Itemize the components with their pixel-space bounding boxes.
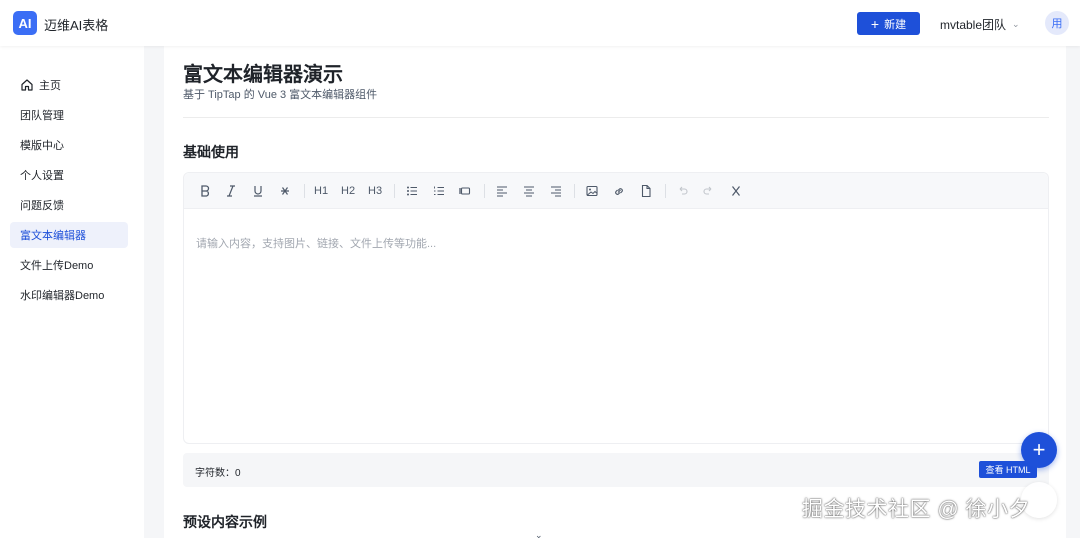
sidebar-item-label: 水印编辑器Demo (20, 290, 105, 302)
sidebar-item-label: 文件上传Demo (20, 260, 94, 272)
watermark-text: 掘金技术社区 @ 徐小夕 (802, 498, 1030, 521)
sidebar-item-feedback[interactable]: 问题反馈 (10, 192, 128, 218)
page-subtitle: 基于 TipTap 的 Vue 3 富文本编辑器组件 (183, 89, 378, 101)
sidebar-item-label: 富文本编辑器 (20, 230, 86, 242)
bullet-list-icon (407, 186, 417, 196)
h2-button[interactable]: H2 (341, 182, 355, 200)
blockquote-icon (459, 187, 471, 195)
bold-button[interactable] (198, 182, 212, 200)
scroll-down-icon[interactable]: ⌄ (535, 530, 543, 538)
sidebar-item-rich-text-editor[interactable]: 富文本编辑器 (10, 222, 128, 248)
plus-icon: + (870, 15, 880, 32)
image-icon (586, 185, 598, 197)
align-right-button[interactable] (549, 182, 563, 200)
app-title[interactable]: 迈维AI表格 (44, 15, 108, 34)
section-title-basic: 基础使用 (183, 144, 239, 160)
chevron-down-icon: ⌄ (1012, 19, 1020, 29)
editor-status-bar: 字符数：0 查看 HTML (183, 453, 1049, 487)
toolbar-divider (304, 184, 305, 198)
align-center-button[interactable] (522, 182, 536, 200)
redo-icon (703, 186, 712, 195)
redo-button[interactable] (701, 182, 715, 200)
team-selector[interactable]: mvtable团队 ⌄ (940, 16, 1020, 33)
strikethrough-icon (281, 187, 289, 195)
underline-icon (254, 186, 262, 197)
toolbar-divider (665, 184, 666, 198)
align-right-icon (551, 186, 561, 197)
align-center-icon (524, 186, 534, 197)
clear-format-button[interactable] (729, 182, 743, 200)
h1-button[interactable]: H1 (314, 182, 328, 200)
file-icon (641, 184, 651, 198)
strikethrough-button[interactable] (278, 182, 292, 200)
main-content: 富文本编辑器演示 基于 TipTap 的 Vue 3 富文本编辑器组件 基础使用… (164, 46, 1066, 538)
sidebar: 主页 团队管理 模版中心 个人设置 问题反馈 富文本编辑器 文件上传Demo 水… (0, 46, 144, 538)
sidebar-item-settings[interactable]: 个人设置 (10, 162, 128, 188)
underline-button[interactable] (251, 182, 265, 200)
divider (183, 117, 1049, 118)
sidebar-item-label: 主页 (39, 80, 61, 92)
clear-format-icon (732, 186, 740, 196)
align-left-icon (497, 186, 507, 197)
insert-file-button[interactable] (639, 182, 653, 200)
sidebar-item-label: 个人设置 (20, 170, 64, 182)
new-button-label: 新建 (884, 18, 907, 31)
sidebar-item-watermark-demo[interactable]: 水印编辑器Demo (10, 282, 128, 308)
bold-icon (201, 185, 210, 197)
ordered-list-icon (434, 186, 444, 196)
sidebar-item-label: 问题反馈 (20, 200, 64, 212)
italic-button[interactable] (224, 182, 238, 200)
blockquote-button[interactable] (458, 182, 472, 200)
link-icon (615, 188, 623, 195)
undo-button[interactable] (676, 182, 690, 200)
word-count: 字符数：0 (195, 468, 241, 479)
page-title: 富文本编辑器演示 (183, 64, 343, 86)
new-button[interactable]: + 新建 (857, 12, 920, 35)
insert-link-button[interactable] (612, 182, 626, 200)
floating-add-button[interactable]: + (1021, 432, 1057, 468)
toolbar-divider (484, 184, 485, 198)
home-icon (21, 79, 33, 91)
align-left-button[interactable] (495, 182, 509, 200)
avatar[interactable]: 用 (1045, 11, 1069, 35)
section-title-preset: 预设内容示例 (183, 514, 267, 530)
top-header: AI 迈维AI表格 + 新建 mvtable团队 ⌄ 用 (0, 0, 1080, 46)
bullet-list-button[interactable] (405, 182, 419, 200)
h3-button[interactable]: H3 (368, 182, 382, 200)
editor-toolbar: H1 H2 H3 (184, 173, 1048, 209)
toolbar-divider (394, 184, 395, 198)
sidebar-item-label: 模版中心 (20, 140, 64, 152)
editor-placeholder[interactable]: 请输入内容，支持图片、链接、文件上传等功能... (196, 235, 436, 251)
italic-icon (227, 185, 235, 197)
sidebar-item-label: 团队管理 (20, 110, 64, 122)
insert-image-button[interactable] (585, 182, 599, 200)
app-logo[interactable]: AI (13, 11, 37, 35)
sidebar-item-templates[interactable]: 模版中心 (10, 132, 128, 158)
undo-icon (679, 186, 688, 195)
sidebar-item-home[interactable]: 主页 (10, 72, 128, 98)
team-name: mvtable团队 (940, 18, 1007, 32)
toolbar-divider (574, 184, 575, 198)
rich-text-editor: H1 H2 H3 请输入内容，支持图片、链接、文件上传等功能... (183, 172, 1049, 444)
sidebar-item-file-upload-demo[interactable]: 文件上传Demo (10, 252, 128, 278)
ordered-list-button[interactable] (432, 182, 446, 200)
sidebar-item-team[interactable]: 团队管理 (10, 102, 128, 128)
